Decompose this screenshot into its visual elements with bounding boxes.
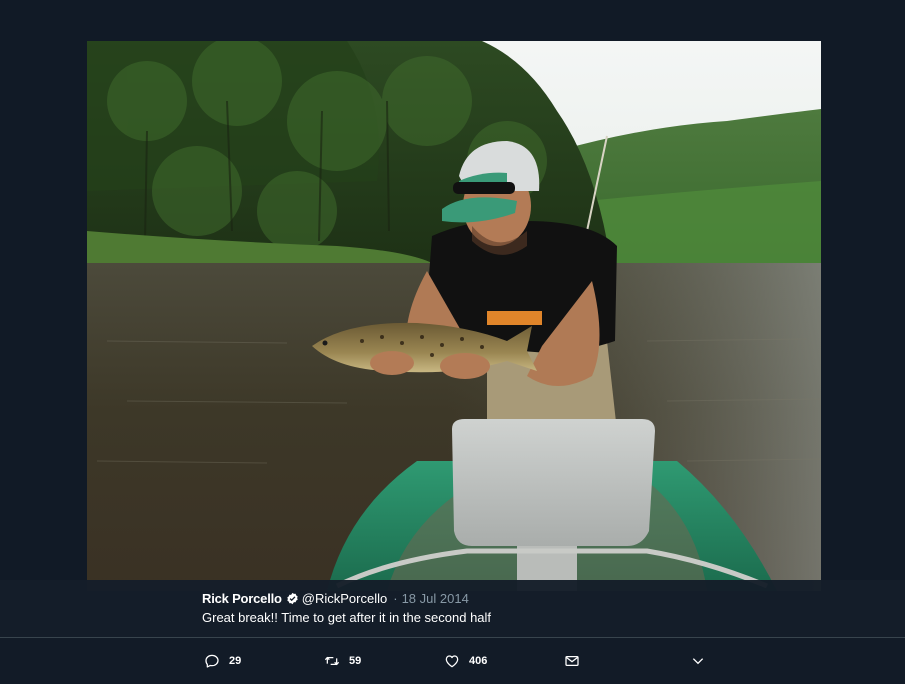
like-count: 406: [469, 655, 488, 667]
photo-illustration: [87, 41, 821, 591]
tweet-actions: 29 59 406: [0, 638, 905, 684]
tweet-photo[interactable]: [87, 41, 821, 591]
envelope-icon: [565, 656, 579, 666]
author-handle[interactable]: @RickPorcello: [302, 591, 387, 606]
reply-icon: [205, 654, 219, 668]
retweet-button[interactable]: 59: [324, 653, 361, 669]
heart-icon: [445, 655, 459, 668]
verified-badge-icon: [286, 592, 299, 605]
tweet-text: Great break!! Time to get after it in th…: [202, 610, 492, 625]
reply-button[interactable]: 29: [204, 653, 241, 669]
tweet-info-bar: Rick Porcello @RickPorcello · 18 Jul 201…: [0, 580, 905, 637]
header-separator: ·: [393, 591, 398, 606]
tweet-header: Rick Porcello @RickPorcello · 18 Jul 201…: [202, 591, 469, 606]
reply-count: 29: [229, 655, 242, 667]
direct-message-button[interactable]: [564, 653, 589, 669]
author-name[interactable]: Rick Porcello: [202, 591, 282, 606]
chevron-down-icon: [692, 658, 704, 665]
retweet-count: 59: [349, 655, 362, 667]
tweet-date[interactable]: 18 Jul 2014: [402, 591, 469, 606]
like-button[interactable]: 406: [444, 653, 487, 669]
more-options-button[interactable]: [690, 653, 715, 669]
media-viewer: Rick Porcello @RickPorcello · 18 Jul 201…: [0, 0, 905, 684]
retweet-icon: [324, 656, 340, 666]
